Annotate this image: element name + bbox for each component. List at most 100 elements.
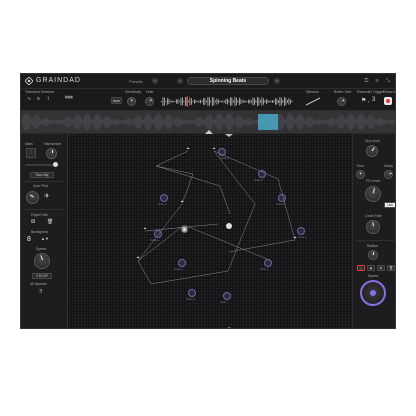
playhead-grain[interactable] (181, 226, 188, 233)
mode-b-button[interactable]: ◉ (367, 265, 375, 271)
right-panel: Dry Level Time Delay FX Level Link Grain… (352, 134, 395, 328)
harmonize-knob[interactable] (46, 148, 57, 159)
buffer-size-knob[interactable] (337, 97, 346, 106)
node-label: Node J (298, 236, 307, 239)
time-knob[interactable] (356, 170, 365, 179)
graindad-window: GRAINDAD Presets ‹ › Spinning Beats + ⚿ … (20, 73, 396, 329)
waypoint-icon[interactable]: ⌖ (212, 147, 216, 152)
mode-a-button[interactable]: ◻ (357, 265, 365, 271)
sensitivity-knob[interactable] (127, 97, 136, 106)
preset-selector[interactable]: Spinning Beats (187, 77, 269, 85)
divider (24, 209, 64, 210)
grain-node[interactable] (154, 230, 162, 238)
buffer-overview[interactable] (21, 111, 395, 134)
node-label: Node G (260, 268, 269, 271)
stepper-icon[interactable]: ▲▼ (41, 236, 49, 241)
grain-node[interactable] (258, 170, 266, 178)
trigger-value[interactable]: 3 (372, 97, 375, 103)
logo-icon (25, 77, 33, 85)
recorder-trigger-label: Recorder Trigger (357, 90, 384, 94)
grain-node[interactable] (223, 292, 231, 300)
active-pin-icon[interactable] (226, 223, 232, 229)
breakpoint-label: Breakpoint (31, 230, 48, 234)
flag-icon[interactable]: ⚑ (361, 97, 366, 104)
toolbar: Transient Detector ∿ ≡ ⌇ ▮▮▮▮ Auto Sensi… (21, 89, 395, 111)
next-preset-button[interactable]: › (177, 78, 183, 84)
grain-node[interactable] (218, 148, 226, 156)
grain-node[interactable] (264, 259, 272, 267)
grain-fate-knob[interactable] (366, 220, 380, 234)
mode-d-button[interactable]: 🗑 (387, 265, 395, 271)
preset-label: Presets (129, 79, 143, 84)
node-label: Node A (220, 157, 229, 160)
grain-fate-label: Grain Fate (365, 214, 382, 218)
record-label: Record (383, 90, 395, 94)
window-shape-icon[interactable] (306, 97, 320, 106)
flight-icon[interactable]: ✈ (44, 192, 50, 200)
waypoint-icon[interactable]: ⌖ (186, 147, 190, 152)
divider (356, 240, 395, 241)
save-preset-button[interactable]: + (274, 78, 280, 84)
dry-level-label: Dry Level (365, 139, 380, 143)
grid-label: ▮▮▮▮ (65, 95, 73, 99)
dice-icon[interactable]: ⚄ (31, 219, 35, 225)
grain-node[interactable] (188, 289, 196, 297)
input-waveform[interactable] (161, 96, 293, 107)
main-bars-button[interactable]: ⫶ (26, 148, 36, 158)
grain-canvas[interactable]: Node A Node B Node C Node D Node E Node … (68, 134, 352, 328)
hold-knob[interactable] (145, 97, 154, 106)
node-label: Node I (220, 301, 228, 304)
auto-pilot-knob[interactable] (26, 191, 39, 204)
breakpoint-value[interactable]: 8 (27, 236, 31, 243)
grain-node[interactable] (160, 194, 168, 202)
transient-detector-label: Transient Detector (25, 90, 55, 94)
radius-knob[interactable] (368, 250, 378, 260)
grain-node[interactable] (297, 227, 305, 235)
link-button[interactable]: Link (384, 202, 395, 208)
all-speeds-label: All Speeds (30, 282, 47, 286)
speed-label: Speed (36, 247, 47, 251)
prev-preset-button[interactable]: ‹ (152, 78, 158, 84)
waveform-icon[interactable]: ∿ (27, 96, 31, 102)
speed-mode-button[interactable]: 0.5X AP (32, 273, 52, 279)
radius-label: Radius (367, 244, 378, 248)
node-label: Node B (254, 179, 263, 182)
main-label: Main (25, 142, 33, 146)
buffer-selection[interactable] (258, 114, 278, 130)
speed-dial[interactable] (360, 280, 386, 306)
scale-icon[interactable]: ⌇ (47, 96, 49, 102)
auto-pilot-label: Auto Pilot (33, 184, 48, 188)
speed-label-right: Speed (368, 274, 379, 278)
header-icons[interactable]: ⚿ ≡ ⤡ (364, 78, 393, 84)
grain-node[interactable] (178, 259, 186, 267)
buffer-waveform (21, 113, 395, 131)
waypoint-icon[interactable]: ⌖ (180, 200, 184, 205)
dry-level-knob[interactable] (366, 145, 378, 157)
waypoint-icon[interactable]: ⌖ (143, 227, 147, 232)
harmonize-label: Harmonize (44, 142, 61, 146)
grain-node[interactable] (278, 194, 286, 202)
speed-knob[interactable] (34, 253, 50, 269)
delay-knob[interactable] (384, 170, 393, 179)
mode-c-button[interactable]: ⚄ (377, 265, 385, 271)
record-icon (386, 99, 390, 103)
node-label: Node D (276, 203, 285, 206)
waypoint-icon[interactable]: ⌖ (136, 256, 140, 261)
scale-select[interactable]: Root Maj (30, 172, 54, 178)
waypoint-icon[interactable]: ⌖ (293, 236, 297, 241)
speed-dial-center (370, 290, 376, 296)
node-label: Node F (174, 268, 183, 271)
delay-label: Delay (384, 164, 393, 168)
fx-level-label: FX Level (366, 179, 380, 183)
left-panel: Main Harmonize ⫶ Root Maj Auto Pilot ✈ F… (21, 134, 68, 328)
grid-dots-icon[interactable]: ⠿ (39, 289, 43, 295)
fx-level-knob[interactable] (365, 186, 381, 202)
node-label: Node H (186, 298, 195, 301)
trash-icon[interactable]: 🗑 (47, 219, 53, 225)
main-slider-thumb[interactable] (53, 162, 58, 167)
record-button[interactable] (384, 97, 392, 105)
window-label: Window (306, 90, 319, 94)
node-label: Node E (150, 239, 159, 242)
auto-button[interactable]: Auto (111, 97, 122, 104)
bars-icon[interactable]: ≡ (37, 96, 40, 102)
